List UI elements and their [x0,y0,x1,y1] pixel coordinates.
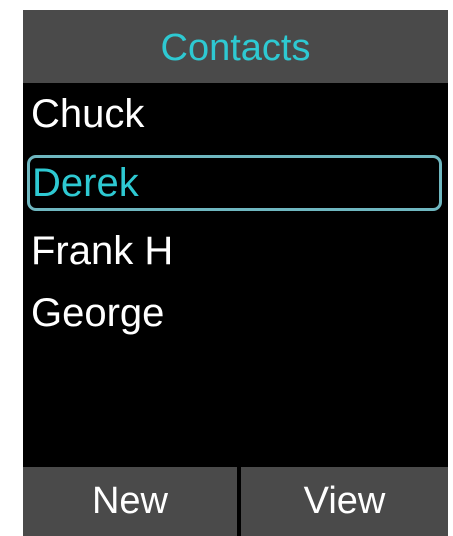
phone-screen: Contacts Chuck Derek Frank H George New … [23,10,448,536]
contact-list: Chuck Derek Frank H George [23,83,448,463]
view-button[interactable]: View [241,467,448,536]
contact-item-frank-h[interactable]: Frank H [23,223,448,279]
contact-item-derek-selected[interactable]: Derek [27,155,442,211]
contact-item-george[interactable]: George [23,285,448,341]
contact-item-chuck[interactable]: Chuck [23,86,448,142]
page-title: Contacts [160,26,311,69]
title-bar: Contacts [23,10,448,83]
new-button[interactable]: New [23,467,237,536]
softkey-bar: New View [23,463,448,536]
